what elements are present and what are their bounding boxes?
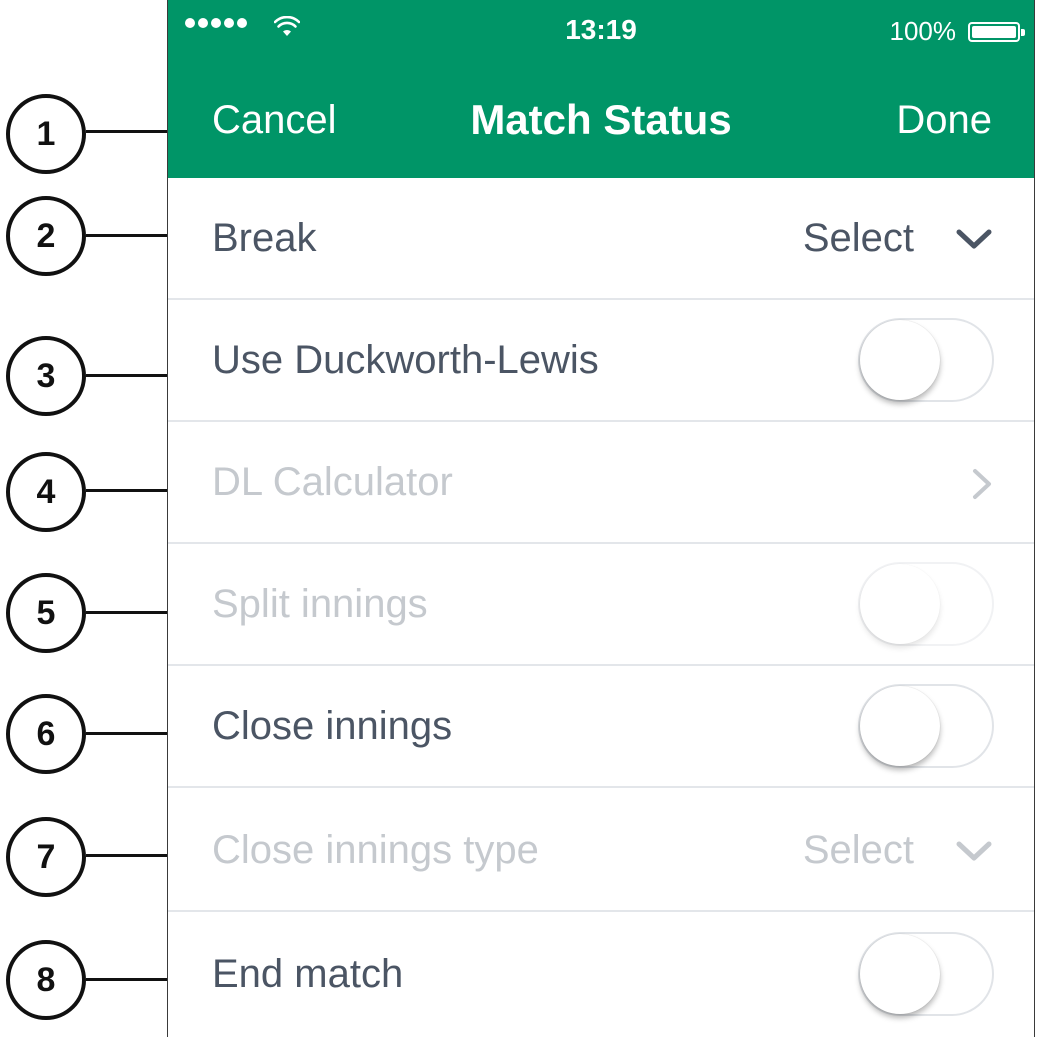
chevron-right-icon: [973, 469, 991, 499]
phone-screen: 13:19 100% Cancel Match Status Done Brea…: [167, 0, 1035, 1037]
callout-line: [86, 374, 168, 377]
break-select-value[interactable]: Select: [803, 216, 914, 261]
end-match-row: End match: [168, 914, 1034, 1036]
callout-badge: 7: [6, 817, 86, 897]
dl-calculator-row[interactable]: DL Calculator: [168, 422, 1034, 544]
callout-badge: 5: [6, 573, 86, 653]
break-label: Break: [212, 216, 317, 260]
close-innings-label: Close innings: [212, 704, 453, 748]
dl-calculator-label: DL Calculator: [212, 460, 453, 504]
end-match-toggle[interactable]: [858, 932, 994, 1016]
toggle-knob: [860, 320, 940, 400]
duckworth-lewis-row: Use Duckworth-Lewis: [168, 300, 1034, 422]
callout-badge: 6: [6, 694, 86, 774]
battery-icon: [968, 22, 1025, 42]
split-innings-toggle[interactable]: [858, 562, 994, 646]
toggle-knob: [860, 686, 940, 766]
toggle-knob: [860, 564, 940, 644]
callout-badge: 3: [6, 336, 86, 416]
callout-badge: 8: [6, 940, 86, 1020]
close-innings-type-row[interactable]: Close innings type Select: [168, 790, 1034, 912]
navigation-bar: Cancel Match Status Done: [168, 62, 1034, 178]
status-bar: 13:19 100%: [168, 0, 1034, 62]
callout-line: [86, 130, 168, 133]
toggle-knob: [860, 934, 940, 1014]
close-innings-type-select-value[interactable]: Select: [803, 828, 914, 873]
callout-badge: 1: [6, 94, 86, 174]
end-match-label: End match: [212, 952, 404, 996]
split-innings-label: Split innings: [212, 582, 428, 626]
callout-line: [86, 611, 168, 614]
break-row[interactable]: Break Select: [168, 178, 1034, 300]
callout-line: [86, 732, 168, 735]
callout-badge: 2: [6, 196, 86, 276]
callout-line: [86, 854, 168, 857]
split-innings-row: Split innings: [168, 544, 1034, 666]
battery-percentage: 100%: [889, 16, 957, 46]
chevron-down-icon[interactable]: [954, 224, 994, 254]
done-button[interactable]: Done: [896, 98, 992, 143]
callout-line: [86, 978, 168, 981]
callout-badge: 4: [6, 452, 86, 532]
duckworth-lewis-toggle[interactable]: [858, 318, 994, 402]
close-innings-type-label: Close innings type: [212, 828, 539, 872]
callout-line: [86, 234, 168, 237]
close-innings-row: Close innings: [168, 666, 1034, 788]
close-innings-toggle[interactable]: [858, 684, 994, 768]
duckworth-lewis-label: Use Duckworth-Lewis: [212, 338, 599, 382]
callout-line: [86, 489, 168, 492]
chevron-down-icon[interactable]: [954, 836, 994, 866]
